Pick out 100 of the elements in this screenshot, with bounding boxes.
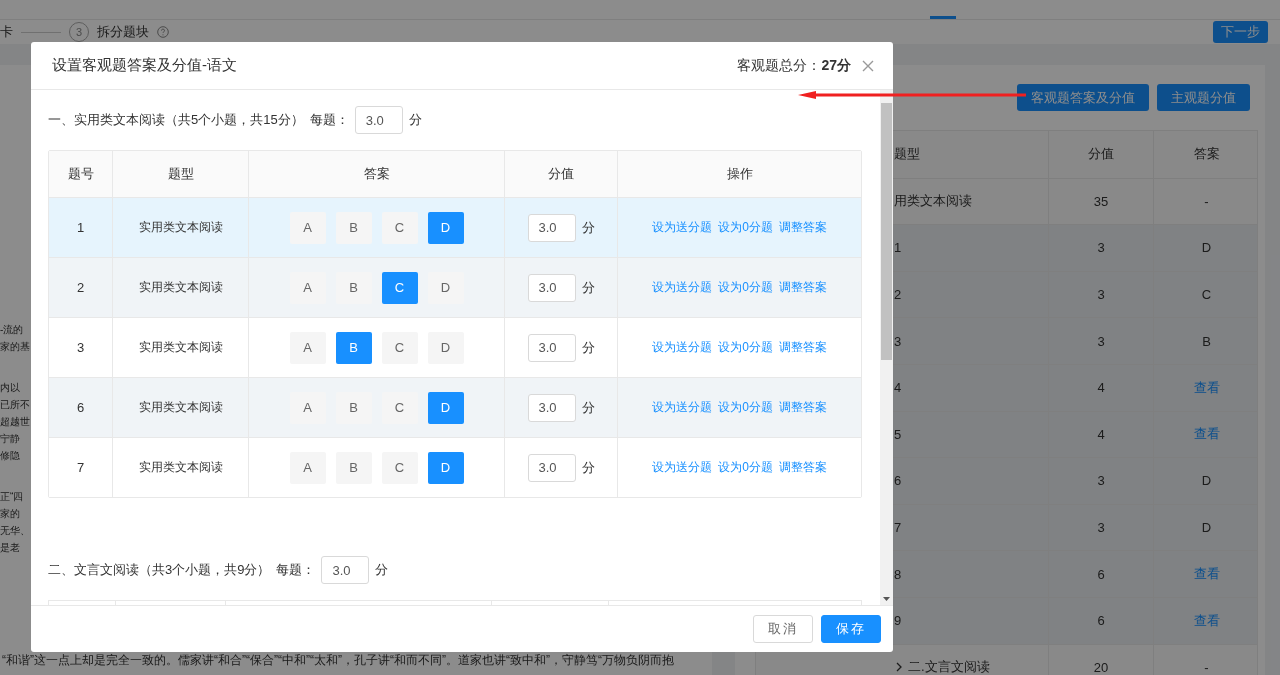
answer-option[interactable]: D — [427, 391, 464, 424]
step-label: 卡 — [0, 23, 13, 41]
dialog-title: 设置客观题答案及分值-语文 — [52, 56, 237, 75]
article-text: 内以 — [0, 381, 21, 395]
unit-label: 分 — [581, 458, 595, 477]
table-cell: 6 — [894, 473, 902, 489]
action-link[interactable]: 设为送分题 — [652, 339, 713, 356]
article-text: 宁静 — [0, 432, 21, 446]
action-link[interactable]: 设为送分题 — [652, 399, 713, 416]
article-text: 正“四 — [0, 490, 25, 504]
score-field[interactable]: 3.0 — [527, 453, 576, 482]
answer-option[interactable]: D — [427, 451, 464, 484]
answer-option[interactable]: C — [381, 211, 418, 244]
table-cell: 1 — [76, 220, 85, 235]
table-cell: 实用类文本阅读 — [138, 459, 223, 476]
action-link[interactable]: 设为送分题 — [652, 219, 713, 236]
article-text: 已所不 — [0, 398, 30, 412]
score-field[interactable]: 3.0 — [527, 213, 576, 242]
view-link[interactable]: 查看 — [1193, 425, 1220, 444]
table-cell: 实用类文本阅读 — [138, 339, 223, 356]
action-link[interactable]: 设为0分题 — [718, 399, 773, 416]
answer-option[interactable]: C — [381, 451, 418, 484]
answer-option[interactable]: B — [335, 451, 372, 484]
answer-option[interactable]: A — [289, 391, 326, 424]
table-cell: 二.文言文阅读 — [908, 658, 990, 675]
table-cell: 3 — [1097, 240, 1105, 256]
article-text: -流的 — [0, 323, 25, 337]
answer-option[interactable]: A — [289, 211, 326, 244]
action-link[interactable]: 调整答案 — [778, 399, 827, 416]
answer-option[interactable]: C — [381, 331, 418, 364]
answer-option[interactable]: A — [289, 451, 326, 484]
view-link[interactable]: 查看 — [1193, 378, 1220, 397]
action-link[interactable]: 设为0分题 — [718, 339, 773, 356]
answer-option[interactable]: A — [289, 331, 326, 364]
step-label: 拆分题块 — [97, 23, 149, 41]
answer-option[interactable]: A — [289, 271, 326, 304]
column-header: 分值 — [1088, 145, 1114, 164]
score-field[interactable]: 3.0 — [527, 273, 576, 302]
action-link[interactable]: 调整答案 — [778, 219, 827, 236]
table-cell: 3 — [76, 340, 85, 355]
column-header: 分值 — [548, 165, 574, 183]
action-link[interactable]: 设为0分题 — [718, 219, 773, 236]
table-cell: 7 — [76, 460, 85, 475]
score-field[interactable]: 3.0 — [527, 333, 576, 362]
column-header: 答案 — [1193, 145, 1220, 164]
table-cell: 35 — [1093, 193, 1109, 209]
per-question-score-field[interactable]: 3.0 — [321, 556, 370, 584]
answer-option[interactable]: B — [335, 211, 372, 244]
action-link[interactable]: 设为0分题 — [718, 459, 773, 476]
answer-option[interactable]: B — [335, 271, 372, 304]
table-cell: 3 — [894, 333, 902, 349]
tab-indicator — [930, 16, 956, 19]
scrollbar[interactable] — [880, 90, 893, 605]
panel-button[interactable]: 客观题答案及分值 — [1017, 84, 1149, 111]
action-link[interactable]: 设为送分题 — [652, 459, 713, 476]
table-cell: 6 — [1097, 566, 1105, 582]
table-cell: 7 — [894, 520, 902, 536]
answer-option[interactable]: B — [335, 331, 372, 364]
table-cell: D — [1201, 520, 1212, 536]
table-cell: 2 — [76, 280, 85, 295]
answer-option[interactable]: B — [335, 391, 372, 424]
close-button[interactable] — [861, 58, 875, 73]
answer-option[interactable]: D — [427, 211, 464, 244]
action-link[interactable]: 调整答案 — [778, 279, 827, 296]
action-link[interactable]: 设为0分题 — [718, 279, 773, 296]
table-cell: 3 — [1097, 473, 1105, 489]
section-heading: 二、文言文阅读（共3个小题，共9分） — [48, 561, 271, 579]
table-cell: 5 — [894, 426, 902, 442]
answer-option[interactable]: C — [381, 391, 418, 424]
caret-icon[interactable] — [894, 662, 904, 673]
save-button[interactable]: 保存 — [821, 615, 881, 643]
table-cell: C — [1201, 287, 1212, 303]
help-icon — [157, 26, 169, 38]
next-step-button[interactable]: 下一步 — [1213, 21, 1268, 43]
column-header: 题型 — [167, 165, 194, 183]
action-link[interactable]: 调整答案 — [778, 459, 827, 476]
column-header: 题型 — [894, 145, 920, 164]
answer-option[interactable]: C — [381, 271, 418, 304]
panel-button[interactable]: 主观题分值 — [1157, 84, 1250, 111]
table-cell: D — [1201, 240, 1212, 256]
cancel-button[interactable]: 取消 — [753, 615, 813, 643]
unit-label: 分 — [581, 338, 595, 357]
score-field[interactable]: 3.0 — [527, 393, 576, 422]
view-link[interactable]: 查看 — [1193, 565, 1220, 584]
action-link[interactable]: 设为送分题 — [652, 279, 713, 296]
table-cell: 4 — [1097, 426, 1105, 442]
article-text: 无华、 — [0, 524, 30, 538]
action-link[interactable]: 调整答案 — [778, 339, 827, 356]
per-question-score-field[interactable]: 3.0 — [354, 106, 403, 134]
answer-option[interactable]: D — [427, 331, 464, 364]
column-header: 答案 — [363, 165, 390, 183]
answer-option[interactable]: D — [427, 271, 464, 304]
table-cell: 实用类文本阅读 — [138, 219, 223, 236]
unit-label: 分 — [581, 218, 595, 237]
article-text: 家的基 — [0, 340, 30, 354]
field-label: 每题： — [276, 561, 316, 579]
field-label: 每题： — [309, 111, 349, 129]
view-link[interactable]: 查看 — [1193, 611, 1220, 630]
section-heading: 一、实用类文本阅读（共5个小题，共15分） — [48, 111, 304, 129]
article-text: 是老 — [0, 541, 21, 555]
